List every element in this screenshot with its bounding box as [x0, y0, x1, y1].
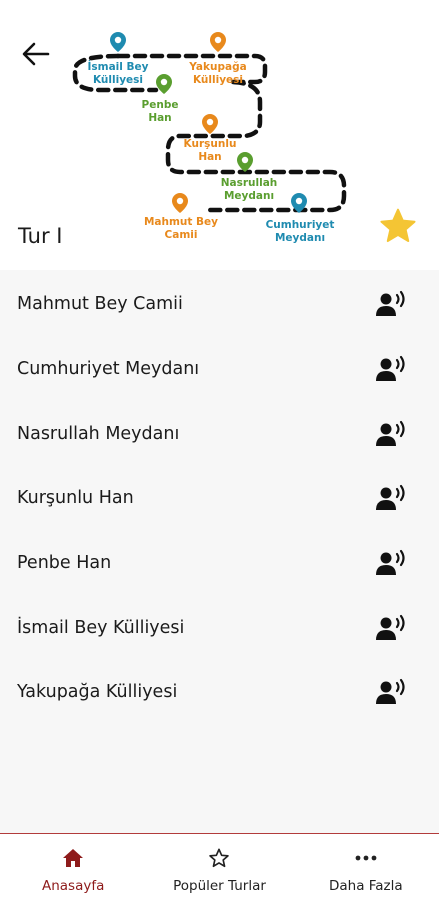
stop-label: Mahmut Bey Camii — [17, 294, 183, 314]
arrow-left-icon — [22, 42, 50, 66]
stop-label: Cumhuriyet Meydanı — [17, 359, 200, 379]
stop-label: Nasrullah Meydanı — [17, 424, 180, 444]
stop-label: Penbe Han — [17, 553, 112, 573]
list-item-stop[interactable]: Mahmut Bey Camii — [0, 272, 439, 336]
nav-label-home: Anasayfa — [41, 878, 105, 894]
audio-guide-icon[interactable] — [375, 289, 409, 319]
list-item-stop[interactable]: Nasrullah Meydanı — [0, 402, 439, 466]
audio-guide-icon[interactable] — [375, 483, 409, 513]
list-item-stop[interactable]: Cumhuriyet Meydanı — [0, 337, 439, 401]
list-item-stop[interactable]: Yakupağa Külliyesi — [0, 660, 439, 724]
nav-label-more: Daha Fazla — [328, 878, 403, 894]
back-button[interactable] — [18, 36, 54, 72]
map-label-kursunlu-1: Kurşunlu — [184, 138, 237, 150]
tour-title: Tur I — [18, 224, 63, 248]
pin-yakupaga — [210, 32, 226, 52]
nav-item-home[interactable]: Anasayfa — [0, 834, 146, 900]
stop-label: Yakupağa Külliyesi — [17, 682, 178, 702]
map-label-yakupaga-1: Yakupağa — [188, 61, 246, 73]
map-label-nasrullah-1: Nasrullah — [221, 177, 278, 189]
list-item-stop[interactable]: İsmail Bey Külliyesi — [0, 596, 439, 660]
pin-kursunlu-han — [202, 114, 218, 134]
audio-guide-icon[interactable] — [375, 613, 409, 643]
star-outline-icon — [207, 846, 231, 870]
pin-ismail-bey — [110, 32, 126, 52]
map-label-nasrullah-2: Meydanı — [224, 190, 274, 202]
stop-label: İsmail Bey Külliyesi — [17, 618, 185, 638]
audio-guide-icon[interactable] — [375, 419, 409, 449]
favorite-button[interactable] — [376, 205, 420, 249]
pin-penbe-han — [156, 74, 172, 94]
map-label-mahmut-2: Camii — [165, 229, 198, 241]
bottom-navigation: Anasayfa Popüler Turlar Daha Fazla — [0, 833, 439, 900]
pin-nasrullah — [237, 152, 253, 172]
stop-label: Kurşunlu Han — [17, 488, 134, 508]
audio-guide-icon[interactable] — [375, 354, 409, 384]
tour-header: İsmail Bey Külliyesi Yakupağa Külliyesi … — [0, 0, 439, 270]
map-label-mahmut-1: Mahmut Bey — [144, 216, 218, 228]
list-item-stop[interactable]: Penbe Han — [0, 531, 439, 595]
map-label-cumhuriyet-2: Meydanı — [275, 232, 325, 244]
map-label-kursunlu-2: Han — [198, 151, 221, 163]
audio-guide-icon[interactable] — [375, 677, 409, 707]
map-label-ismail-1: İsmail Bey — [87, 59, 148, 73]
nav-label-popular-tours: Popüler Turlar — [173, 878, 266, 894]
map-label-penbe-2: Han — [148, 112, 171, 124]
stops-list: Mahmut Bey Camii Cumhuriyet Meydanı Nasr… — [0, 270, 439, 833]
nav-item-popular-tours[interactable]: Popüler Turlar — [146, 834, 292, 900]
route-map-illustration: İsmail Bey Külliyesi Yakupağa Külliyesi … — [72, 32, 347, 244]
more-dots-icon — [354, 846, 378, 870]
home-icon — [61, 846, 85, 870]
map-label-ismail-2: Külliyesi — [93, 74, 143, 86]
map-label-penbe-1: Penbe — [142, 99, 179, 111]
audio-guide-icon[interactable] — [375, 548, 409, 578]
star-filled-icon — [380, 208, 416, 243]
map-label-yakupaga-2: Külliyesi — [193, 74, 243, 86]
list-item-stop[interactable]: Kurşunlu Han — [0, 466, 439, 530]
pin-mahmut-bey — [172, 193, 188, 213]
map-label-cumhuriyet-1: Cumhuriyet — [266, 219, 335, 231]
nav-item-more[interactable]: Daha Fazla — [293, 834, 439, 900]
